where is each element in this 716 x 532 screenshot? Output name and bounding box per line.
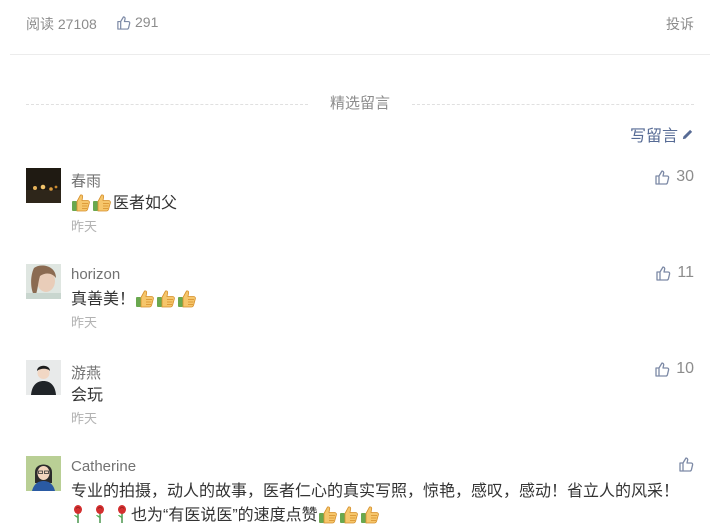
article-footer-bar: 阅读 27108 291 投诉 <box>0 0 716 54</box>
comment-like-button[interactable]: 30 <box>654 168 694 186</box>
thumbs-up-icon <box>678 456 694 472</box>
comment-item: horizon 真善美！ 昨天 11 <box>26 264 694 334</box>
write-comment-label: 写留言 <box>629 128 678 145</box>
comment-like-count: 10 <box>676 360 694 377</box>
rose-emoji <box>115 504 129 524</box>
comment-like-button[interactable] <box>678 456 694 472</box>
comment-author[interactable]: horizon <box>71 266 120 283</box>
comment-text: 医者如父 <box>71 192 691 216</box>
avatar[interactable] <box>26 456 61 491</box>
avatar[interactable] <box>26 264 61 299</box>
pencil-icon <box>682 129 693 139</box>
thumbs-up-emoji <box>135 288 155 308</box>
avatar[interactable] <box>26 360 61 395</box>
thumbs-up-emoji <box>177 288 197 308</box>
thumbs-up-emoji <box>71 192 91 212</box>
rose-emoji <box>71 504 85 524</box>
comment-text: 真善美！ <box>71 288 691 312</box>
comment-item: Catherine 专业的拍摄，动人的故事，医者仁心的真实写照，惊艳，感叹，感动… <box>26 456 694 532</box>
report-link[interactable]: 投诉 <box>666 14 694 34</box>
thumbs-up-icon <box>655 265 671 281</box>
comment-like-button[interactable]: 11 <box>655 264 694 282</box>
write-comment-button[interactable]: 写留言 <box>630 122 694 146</box>
read-count: 阅读 27108 <box>26 16 97 32</box>
thumbs-up-emoji <box>156 288 176 308</box>
article-like-count: 291 <box>135 14 159 30</box>
divider <box>10 54 710 55</box>
thumbs-up-icon <box>654 169 670 185</box>
comment-like-count: 30 <box>676 168 694 185</box>
comment-item: 春雨 医者如父 昨天 30 <box>26 168 694 238</box>
comment-like-count: 11 <box>677 264 694 281</box>
comment-like-button[interactable]: 10 <box>654 360 694 378</box>
thumbs-up-icon <box>654 361 670 377</box>
thumbs-up-emoji <box>92 192 112 212</box>
thumbs-up-emoji <box>360 504 380 524</box>
comment-time: 昨天 <box>71 315 98 330</box>
avatar[interactable] <box>26 168 61 203</box>
thumbs-up-emoji <box>318 504 338 524</box>
section-title: 精选留言 <box>26 94 694 114</box>
comment-text: 专业的拍摄，动人的故事，医者仁心的真实写照，惊艳，感叹，感动！省立人的风采！ 也… <box>71 483 680 524</box>
comment-author[interactable]: Catherine <box>71 458 136 475</box>
article-like-button[interactable]: 291 <box>116 14 158 30</box>
comment-item: 游燕 会玩 昨天 10 <box>26 360 694 430</box>
comment-text: 会玩 <box>71 387 104 404</box>
rose-emoji <box>93 504 107 524</box>
comment-author[interactable]: 游燕 <box>71 362 101 383</box>
comment-time: 昨天 <box>71 411 98 426</box>
comment-time: 昨天 <box>71 219 98 234</box>
section-title-text: 精选留言 <box>329 95 390 112</box>
thumbs-up-icon <box>116 15 131 30</box>
comment-author[interactable]: 春雨 <box>71 170 101 191</box>
thumbs-up-emoji <box>339 504 359 524</box>
